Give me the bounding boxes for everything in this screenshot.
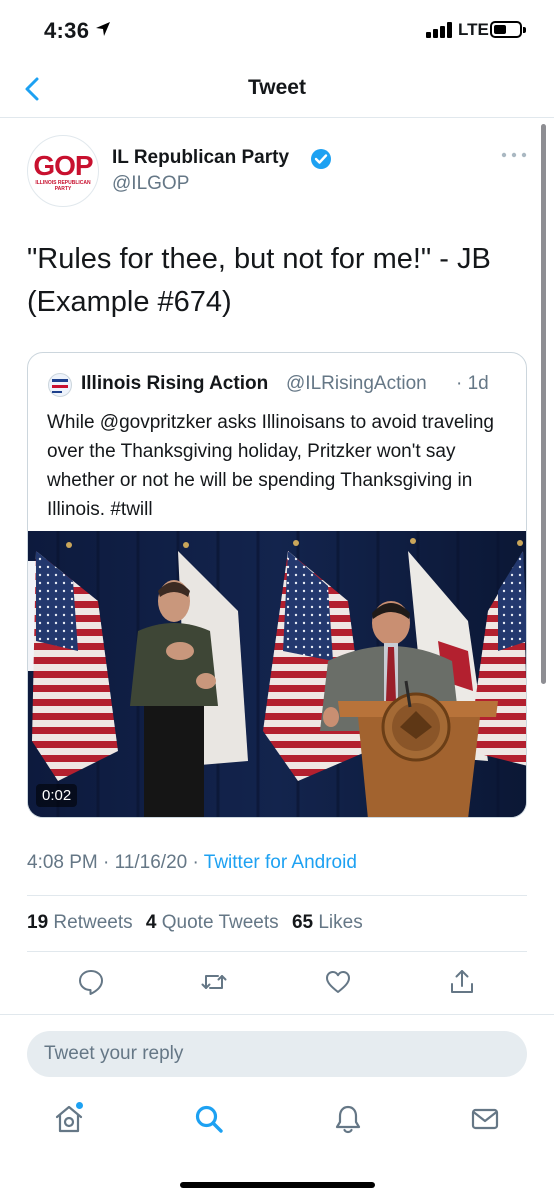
battery-icon [490, 21, 526, 38]
tweet-date: 11/16/20 [114, 852, 188, 873]
quoted-avatar [48, 373, 72, 397]
retweet-icon[interactable] [200, 968, 228, 996]
video-frame [28, 531, 526, 817]
divider [27, 895, 527, 896]
notification-dot [76, 1102, 83, 1109]
verified-badge-icon [311, 149, 331, 169]
quoted-author-handle: @ILRisingAction [286, 373, 427, 394]
home-indicator[interactable] [180, 1182, 375, 1188]
author-name[interactable]: IL Republican Party [112, 147, 289, 169]
video-player[interactable]: 0:02 [28, 531, 526, 817]
tab-bar [0, 1095, 554, 1155]
retweets-label: Retweets [53, 912, 133, 933]
quoted-author-name: Illinois Rising Action [81, 373, 269, 394]
comment-icon[interactable] [77, 968, 105, 996]
network-type: LTE [458, 20, 489, 39]
divider [27, 951, 527, 952]
likes-stat[interactable]: 65 Likes [292, 912, 363, 933]
tweet-source-link[interactable]: Twitter for Android [204, 852, 357, 873]
tweet-text: "Rules for thee, but not for me!" - JB (… [27, 238, 527, 324]
quoted-tweet-text: While @govpritzker asks Illinoisans to a… [47, 412, 494, 520]
avatar[interactable]: GOP ILLINOIS REPUBLICAN PARTY [27, 135, 99, 207]
quoted-tweet-age-value: 1d [467, 373, 489, 394]
bell-icon[interactable] [332, 1103, 364, 1135]
likes-count: 65 [291, 912, 314, 933]
divider [0, 1014, 554, 1015]
status-time: 4:36 [44, 18, 90, 43]
tweet-stats: 19 Retweets 4 Quote Tweets 65 Likes [27, 912, 363, 934]
page-title: Tweet [248, 76, 306, 99]
tweet-actions [0, 968, 554, 1002]
tweet-timestamp: 4:08 PM · 11/16/20 · Twitter for Android [27, 852, 357, 874]
quote-tweets-label: Quote Tweets [161, 912, 279, 933]
ellipsis-icon[interactable] [500, 150, 528, 160]
gop-logo: GOP [33, 150, 93, 181]
likes-label: Likes [318, 912, 363, 933]
tweet-text-line: "Rules for thee, but not for me!" - JB [27, 243, 491, 275]
reply-input[interactable]: Tweet your reply [27, 1031, 527, 1077]
location-arrow-icon [96, 22, 110, 36]
retweets-stat[interactable]: 19 Retweets [27, 912, 133, 933]
heart-icon[interactable] [324, 968, 352, 996]
quote-tweets-count: 4 [145, 912, 157, 933]
mail-icon[interactable] [469, 1103, 501, 1135]
nav-header: Tweet [0, 62, 554, 118]
gop-logo-subtext: ILLINOIS REPUBLICAN PARTY [35, 180, 91, 192]
separator-dot: · [103, 852, 115, 873]
video-duration: 0:02 [36, 784, 78, 807]
status-bar: 4:36 LTE [0, 0, 554, 62]
quote-tweets-stat[interactable]: 4 Quote Tweets [146, 912, 279, 933]
search-icon[interactable] [193, 1103, 225, 1135]
reply-placeholder: Tweet your reply [44, 1043, 184, 1064]
quoted-tweet-card[interactable]: Illinois Rising Action @ILRisingAction ·… [27, 352, 527, 818]
separator-dot: · [192, 852, 204, 873]
share-icon[interactable] [448, 968, 476, 996]
retweets-count: 19 [27, 912, 49, 933]
scroll-indicator[interactable] [541, 124, 546, 684]
tweet-time: 4:08 PM [27, 852, 98, 873]
author-handle[interactable]: @ILGOP [112, 173, 189, 195]
signal-icon [426, 22, 452, 38]
tweet-text-line: (Example #674) [27, 286, 232, 318]
quoted-tweet-age: · 1d [456, 373, 489, 394]
